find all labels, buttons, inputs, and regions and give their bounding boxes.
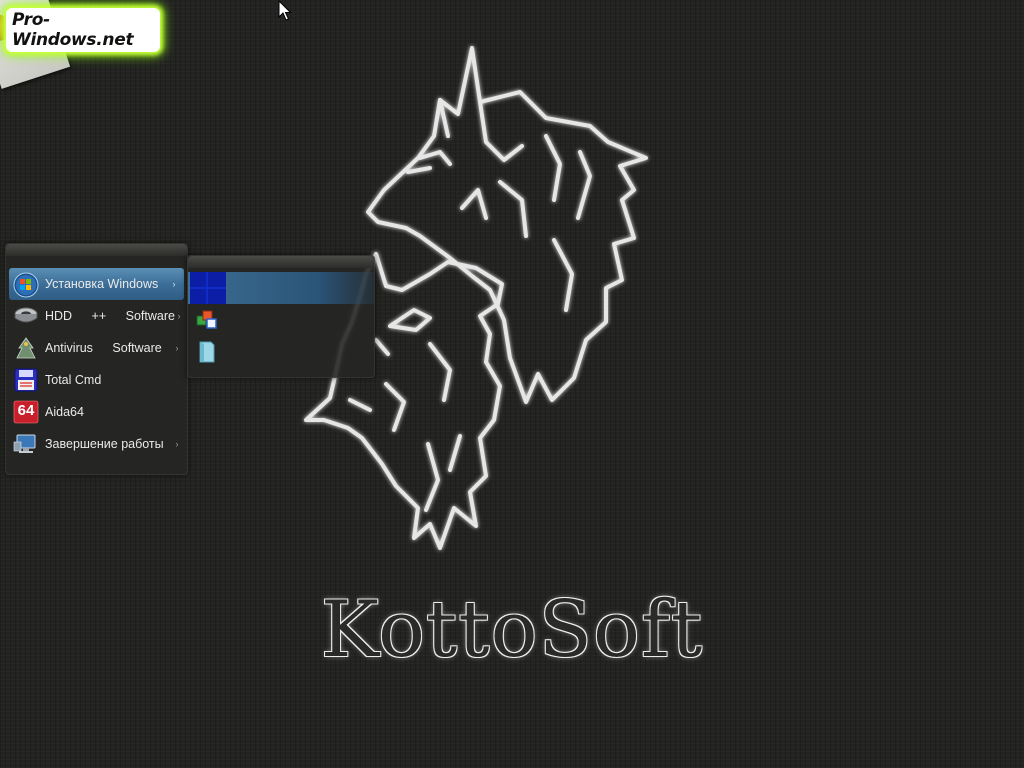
aida64-icon: 64 <box>13 400 39 424</box>
mouse-cursor-icon <box>278 0 292 21</box>
submenu-arrow-icon: › <box>175 439 179 449</box>
submenu-item-windows[interactable] <box>188 272 374 304</box>
menu-item-label: Total Cmd <box>45 373 102 387</box>
watermark: Pro-Windows.net <box>0 0 160 89</box>
start-menu: Установка Windows › HDD ++ Software › An… <box>5 243 188 475</box>
windows-install-submenu <box>187 255 375 378</box>
document-icon <box>195 340 219 364</box>
menu-item-total-cmd[interactable]: Total Cmd <box>6 364 187 396</box>
menu-item-label: Установка Windows <box>45 277 159 291</box>
menu-item-label: Antivirus Software <box>45 341 162 355</box>
menu-header <box>6 244 187 256</box>
menu-item-aida64[interactable]: 64 Aida64 <box>6 396 187 428</box>
aida64-icon-text: 64 <box>17 402 35 419</box>
shutdown-computer-icon <box>13 432 39 456</box>
menu-item-windows-install[interactable]: Установка Windows › <box>9 268 184 300</box>
submenu-item-document[interactable] <box>188 336 374 368</box>
windows-flag-icon <box>195 308 219 332</box>
desktop: Pro-Windows.net KottoSoft Установка Wind… <box>0 0 1024 768</box>
submenu-header <box>188 256 374 268</box>
submenu-arrow-icon: › <box>172 279 176 289</box>
menu-item-shutdown[interactable]: Завершение работы › <box>6 428 187 460</box>
menu-item-label: HDD ++ Software <box>45 309 175 323</box>
menu-item-antivirus-software[interactable]: Antivirus Software › <box>6 332 187 364</box>
brand-logo-text: KottoSoft <box>320 585 704 675</box>
hard-disk-icon <box>13 304 39 328</box>
menu-item-label: Завершение работы <box>45 437 164 451</box>
windows-orb-icon <box>13 272 39 298</box>
menu-item-label: Aida64 <box>45 405 84 419</box>
submenu-item-windows-flag[interactable] <box>188 304 374 336</box>
menu-item-hdd-software[interactable]: HDD ++ Software › <box>6 300 187 332</box>
submenu-arrow-icon: › <box>177 311 181 321</box>
submenu-arrow-icon: › <box>175 343 179 353</box>
floppy-disk-icon <box>13 368 39 392</box>
watermark-text: Pro-Windows.net <box>6 8 160 52</box>
windows-tiles-icon <box>190 272 226 304</box>
antivirus-icon <box>13 336 39 360</box>
